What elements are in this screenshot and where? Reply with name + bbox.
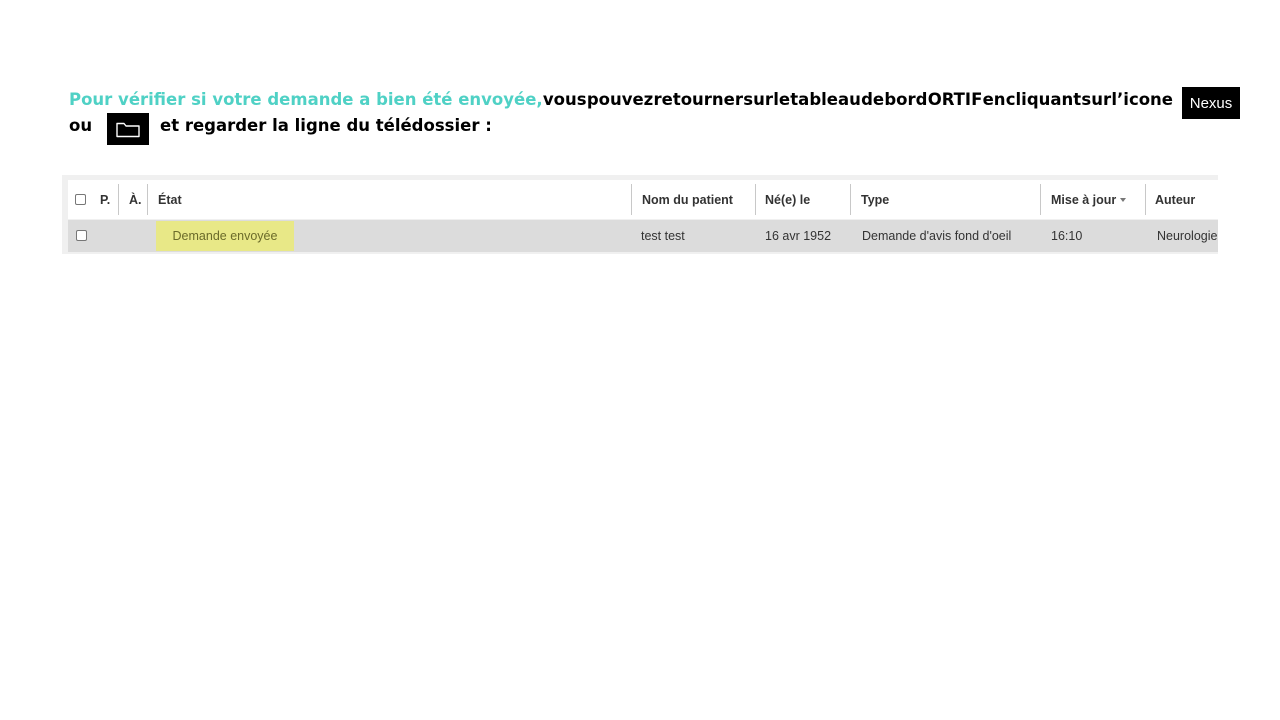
instruction-word: tableau bbox=[790, 90, 861, 109]
cell-author: Neurologie bbox=[1157, 229, 1218, 243]
column-header-nom[interactable]: Nom du patient bbox=[642, 180, 733, 219]
column-divider bbox=[850, 184, 851, 215]
table-row[interactable]: Demande envoyée test test 16 avr 1952 De… bbox=[68, 220, 1218, 252]
instruction-word: cliquant bbox=[1005, 90, 1082, 109]
instruction-word: pouvez bbox=[586, 90, 654, 109]
cell-patient-name: test test bbox=[641, 229, 685, 243]
column-header-p[interactable]: P. bbox=[100, 180, 110, 219]
instruction-word: en bbox=[982, 90, 1006, 109]
column-divider bbox=[1040, 184, 1041, 215]
column-header-etat[interactable]: État bbox=[158, 180, 182, 219]
column-header-maj[interactable]: Mise à jour bbox=[1051, 180, 1127, 219]
cell-updated: 16:10 bbox=[1051, 229, 1083, 243]
folder-icon-glyph bbox=[116, 122, 140, 138]
instruction-highlight: Pour vérifier si votre demande a bien ét… bbox=[69, 90, 543, 109]
status-badge: Demande envoyée bbox=[156, 221, 294, 251]
column-header-ne[interactable]: Né(e) le bbox=[765, 180, 810, 219]
column-header-type[interactable]: Type bbox=[861, 180, 889, 219]
nexus-label: Nexus bbox=[1189, 94, 1233, 112]
instruction-word: vous bbox=[542, 90, 587, 109]
instruction-ou: ou bbox=[69, 116, 93, 135]
column-divider bbox=[118, 184, 119, 215]
column-divider bbox=[1145, 184, 1146, 215]
cell-birth-date: 16 avr 1952 bbox=[765, 229, 832, 243]
slide: Pour vérifier si votre demande a bien ét… bbox=[0, 0, 1280, 720]
instruction-word: sur bbox=[1081, 90, 1112, 109]
row-checkbox[interactable] bbox=[76, 230, 87, 241]
teledossier-table: P. À. État Nom du patient Né(e) le Type … bbox=[62, 175, 1218, 254]
instruction-word: ORTIF bbox=[927, 90, 983, 109]
instruction-word: retourner bbox=[653, 90, 744, 109]
folder-icon bbox=[107, 113, 149, 145]
nexus-logo-icon: Nexus bbox=[1182, 87, 1240, 119]
instruction-word: bord bbox=[884, 90, 928, 109]
column-divider bbox=[147, 184, 148, 215]
caret-down-icon bbox=[1120, 197, 1127, 202]
instruction-line-1: Pour vérifier si votre demande a bien ét… bbox=[69, 88, 1173, 112]
column-header-auteur[interactable]: Auteur bbox=[1155, 180, 1195, 219]
instruction-word: de bbox=[861, 90, 885, 109]
column-divider bbox=[631, 184, 632, 215]
cell-type: Demande d'avis fond d'oeil bbox=[862, 229, 1012, 243]
instruction-word: sur bbox=[743, 90, 773, 109]
column-header-maj-label: Mise à jour bbox=[1051, 192, 1117, 207]
instruction-rest: et regarder la ligne du télédossier : bbox=[160, 116, 492, 135]
table-header: P. À. État Nom du patient Né(e) le Type … bbox=[68, 180, 1218, 219]
instruction-word: le bbox=[773, 90, 791, 109]
select-all-checkbox[interactable] bbox=[75, 194, 86, 205]
column-header-a[interactable]: À. bbox=[129, 180, 142, 219]
column-divider bbox=[755, 184, 756, 215]
instruction-word: l’icone bbox=[1111, 90, 1173, 109]
